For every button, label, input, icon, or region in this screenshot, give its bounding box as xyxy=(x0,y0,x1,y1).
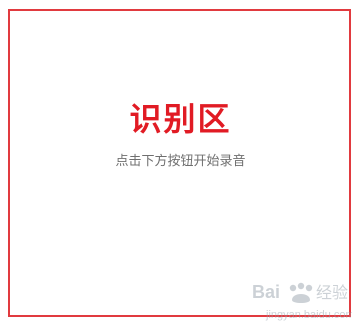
recognition-area-title: 识别区 xyxy=(129,100,232,138)
recording-instruction-text: 点击下方按钮开始录音 xyxy=(115,154,246,169)
